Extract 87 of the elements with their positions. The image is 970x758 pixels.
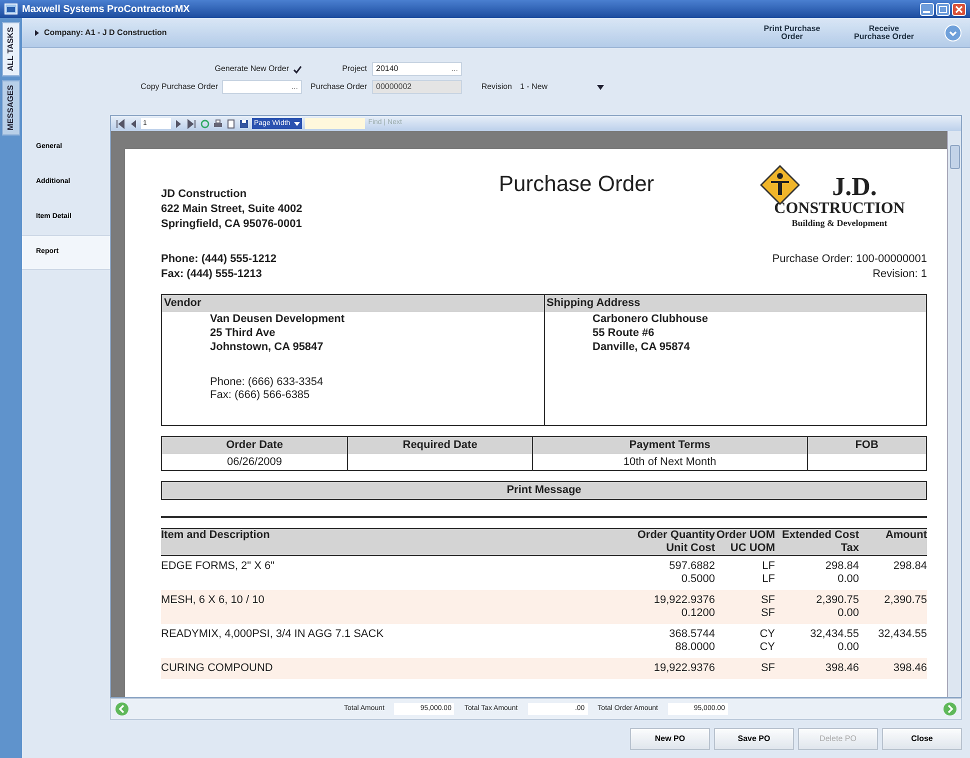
action-link[interactable]: Receive Purchase Order xyxy=(852,24,916,40)
address-line: 55 Route #6 xyxy=(592,326,656,340)
action-button[interactable]: Close xyxy=(882,728,962,750)
address-line: Springfield, CA 95076-0001 xyxy=(161,217,303,232)
table-cell: 398.46 xyxy=(859,658,927,678)
table-cell-text: 06/26/2009 xyxy=(226,454,284,470)
collapse-icon[interactable] xyxy=(944,24,962,42)
address-line: Van Deusen Development xyxy=(210,312,346,326)
scroll-thumb[interactable] xyxy=(950,145,960,169)
table-cell-text: 368.5744 88.0000 xyxy=(668,626,715,654)
table-cell-text: READYMIX, 4,000PSI, 3/4 IN AGG 7.1 SACK xyxy=(161,626,385,642)
table-cell: SF SF xyxy=(715,590,775,624)
side-tab[interactable]: MESSAGES xyxy=(2,80,20,136)
search-field[interactable] xyxy=(305,118,366,129)
last-page-icon[interactable] xyxy=(187,118,197,128)
column-header: Payment Terms xyxy=(533,437,807,454)
window-title: Maxwell Systems ProContractorMX xyxy=(22,2,190,16)
table-cell-text: 10th of Next Month xyxy=(622,454,718,470)
logo-text: J.D. xyxy=(831,173,877,201)
report-title: Purchase Order xyxy=(498,170,656,198)
company-label: Company: A1 - J D Construction xyxy=(44,26,167,38)
column-header: Item and Description xyxy=(161,528,619,556)
scrollbar[interactable] xyxy=(947,131,961,697)
table-cell: 19,922.9376 0.1200 xyxy=(619,590,715,624)
contact-line: Fax: (666) 566-6385 xyxy=(210,388,311,402)
contact-line: Phone: (444) 555-1212 xyxy=(161,252,277,267)
table-cell: SF xyxy=(715,658,775,678)
action-button[interactable]: New PO xyxy=(630,728,710,750)
table-cell-text: EDGE FORMS, 2" X 6" xyxy=(161,558,276,574)
table-cell-text: 32,434.55 xyxy=(877,626,927,642)
table-cell: 19,922.9376 xyxy=(619,658,715,678)
address-line: 25 Third Ave xyxy=(210,326,276,340)
column-header: Required Date xyxy=(348,437,532,454)
table-cell-text: 298.84 0.00 xyxy=(824,558,859,586)
maximize-icon[interactable] xyxy=(936,2,950,16)
table-cell-text: 32,434.55 0.00 xyxy=(809,626,859,654)
po-number: Purchase Order: 100-00000001 xyxy=(772,252,927,267)
address-line: JD Construction xyxy=(161,187,248,202)
caret-icon[interactable] xyxy=(597,84,604,90)
close-icon[interactable] xyxy=(952,2,966,16)
field-label: Project xyxy=(341,63,367,75)
first-page-icon[interactable] xyxy=(115,118,125,128)
table-cell-text: 597.6882 0.5000 xyxy=(668,558,715,586)
section-heading: Shipping Address xyxy=(544,295,926,312)
table-cell-text: LF LF xyxy=(761,558,775,586)
field-label: Generate New Order xyxy=(214,63,289,75)
save-icon[interactable] xyxy=(239,118,249,128)
print-message: Print Message xyxy=(161,481,927,500)
revision-text: Revision: 1 xyxy=(872,267,927,282)
address-line: 622 Main Street, Suite 4002 xyxy=(161,202,304,217)
expand-icon[interactable] xyxy=(34,28,40,36)
page-icon[interactable] xyxy=(226,118,236,128)
column-header: Amount xyxy=(859,528,927,556)
section-heading: Vendor xyxy=(162,295,544,312)
column-header: Order Date xyxy=(162,437,348,454)
contact-line: Phone: (666) 633-3354 xyxy=(210,376,324,388)
field-label: Copy Purchase Order xyxy=(140,81,218,93)
column-header: Order UOM UC UOM xyxy=(715,528,775,556)
logo-text: CONSTRUCTION xyxy=(774,201,905,217)
table-cell: MESH, 6 X 6, 10 / 10 xyxy=(161,590,619,624)
column-header: Extended Cost Tax xyxy=(775,528,859,556)
action-button[interactable]: Save PO xyxy=(714,728,794,750)
caret-icon[interactable] xyxy=(294,122,300,126)
column-header: Order Quantity Unit Cost xyxy=(619,528,715,556)
logo-tagline: Building & Development xyxy=(792,217,888,230)
checkbox[interactable] xyxy=(293,64,302,74)
table-cell: 2,390.75 0.00 xyxy=(775,590,859,624)
address-line: Danville, CA 95874 xyxy=(592,340,691,354)
print-icon[interactable] xyxy=(213,118,223,128)
side-tab[interactable]: ALL TASKS xyxy=(2,22,20,76)
app-icon xyxy=(4,3,18,15)
field-label: Revision xyxy=(480,81,512,93)
table-cell-text: 298.84 xyxy=(892,558,927,574)
field-label: Purchase Order xyxy=(310,81,367,93)
minimize-icon[interactable] xyxy=(920,2,934,16)
contact-line: Fax: (444) 555-1213 xyxy=(161,267,263,282)
input-field[interactable]: 20140 ... xyxy=(372,62,462,76)
table-cell: CURING COMPOUND xyxy=(161,658,619,678)
dropdown[interactable]: 1 - New xyxy=(517,80,607,94)
table-cell: 2,390.75 xyxy=(859,590,927,624)
table-cell: 398.46 xyxy=(775,658,859,678)
input-field[interactable]: ... xyxy=(222,80,302,94)
address-line: Carbonero Clubhouse xyxy=(592,312,710,326)
action-link[interactable]: Print Purchase Order xyxy=(760,24,824,40)
address-line: Johnstown, CA 95847 xyxy=(210,340,324,354)
column-header: FOB xyxy=(808,437,926,454)
table-cell-text: CY CY xyxy=(758,626,775,654)
